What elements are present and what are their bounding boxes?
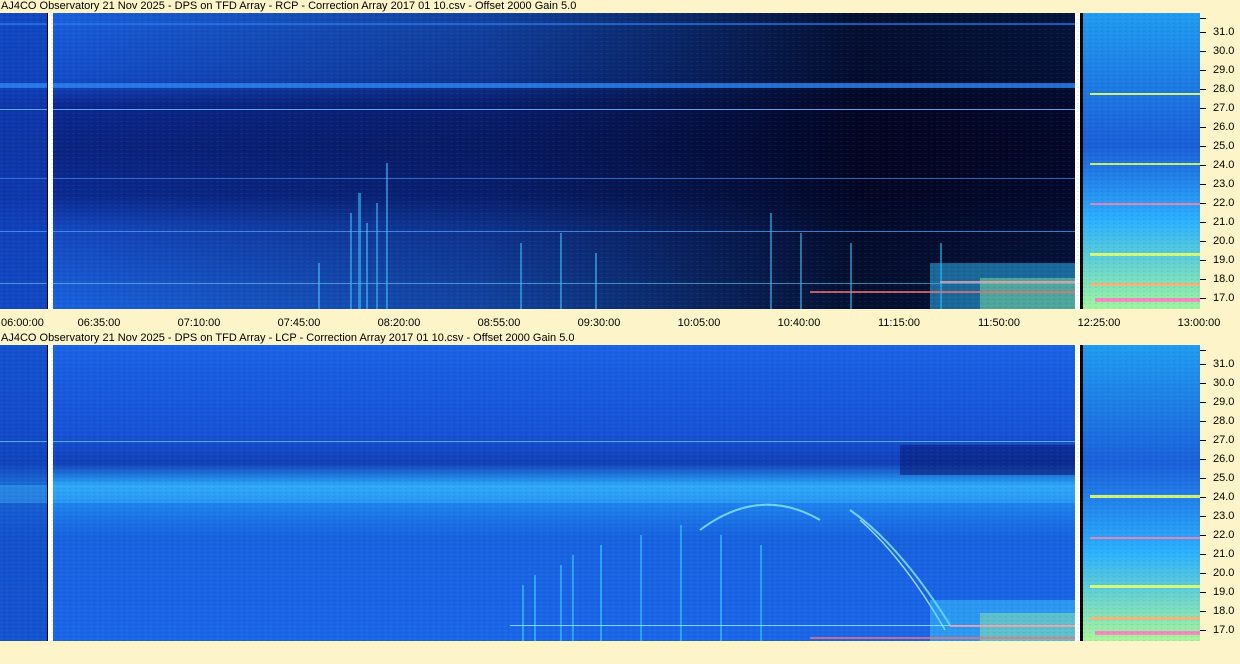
- rcp-spectrogram-image: [0, 13, 1200, 309]
- freq-tick-label: 25.0: [1213, 472, 1235, 484]
- freq-tick-label: 23.0: [1213, 510, 1235, 522]
- freq-tick-label: 20.0: [1213, 567, 1235, 579]
- freq-tick-label: 22.0: [1213, 529, 1235, 541]
- freq-tick-label: 30.0: [1213, 45, 1235, 57]
- time-tick-label: 11:15:00: [877, 317, 921, 329]
- freq-tick-label: 22.0: [1213, 197, 1235, 209]
- freq-tick-label: 17.0: [1213, 292, 1235, 304]
- time-tick-label: 09:30:00: [577, 317, 621, 329]
- freq-tick-label: 18.0: [1213, 273, 1235, 285]
- time-tick-label: 13:00:00: [1177, 317, 1221, 329]
- time-tick-label: 10:40:00: [777, 317, 821, 329]
- freq-tick-label: 20.0: [1213, 235, 1235, 247]
- time-tick-label: 11:50:00: [977, 317, 1021, 329]
- freq-tick-label: 28.0: [1213, 83, 1235, 95]
- freq-tick-label: 31.0: [1213, 26, 1235, 38]
- freq-tick-label: 25.0: [1213, 140, 1235, 152]
- freq-tick-label: 26.0: [1213, 121, 1235, 133]
- freq-tick-label: 23.0: [1213, 178, 1235, 190]
- time-tick-label: 07:10:00: [177, 317, 221, 329]
- rcp-panel: AJ4CO Observatory 21 Nov 2025 - DPS on T…: [0, 0, 1240, 331]
- time-tick-label: 12:25:00: [1077, 317, 1121, 329]
- lcp-frequency-axis: 31.0 30.0 29.0 28.0 27.0 26.0 25.0 24.0 …: [1200, 345, 1240, 641]
- freq-tick-label: 21.0: [1213, 548, 1235, 560]
- freq-tick-label: 31.0: [1213, 358, 1235, 370]
- lcp-panel: AJ4CO Observatory 21 Nov 2025 - DPS on T…: [0, 332, 1240, 642]
- freq-tick-label: 29.0: [1213, 396, 1235, 408]
- time-tick-label: 06:00:00: [1, 317, 44, 329]
- time-tick-label: 08:55:00: [477, 317, 521, 329]
- rcp-panel-title: AJ4CO Observatory 21 Nov 2025 - DPS on T…: [1, 0, 577, 12]
- freq-tick-label: 27.0: [1213, 434, 1235, 446]
- time-tick-label: 08:20:00: [377, 317, 421, 329]
- freq-tick-label: 26.0: [1213, 453, 1235, 465]
- freq-tick-label: 19.0: [1213, 254, 1235, 266]
- lcp-panel-title: AJ4CO Observatory 21 Nov 2025 - DPS on T…: [1, 332, 575, 344]
- rcp-frequency-axis: 31.0 30.0 29.0 28.0 27.0 26.0 25.0 24.0 …: [1200, 13, 1240, 309]
- freq-tick-label: 24.0: [1213, 491, 1235, 503]
- freq-tick-label: 21.0: [1213, 216, 1235, 228]
- freq-tick-label: 17.0: [1213, 624, 1235, 636]
- freq-tick-label: 19.0: [1213, 586, 1235, 598]
- time-tick-label: 10:05:00: [677, 317, 721, 329]
- freq-tick-label: 18.0: [1213, 605, 1235, 617]
- lcp-spectrogram[interactable]: [0, 345, 1200, 641]
- freq-tick-label: 24.0: [1213, 159, 1235, 171]
- time-tick-label: 06:35:00: [77, 317, 121, 329]
- freq-tick-label: 29.0: [1213, 64, 1235, 76]
- rcp-spectrogram[interactable]: [0, 13, 1200, 309]
- freq-tick: [1200, 18, 1206, 19]
- freq-tick-label: 30.0: [1213, 377, 1235, 389]
- freq-tick-label: 28.0: [1213, 415, 1235, 427]
- time-axis: 06:00:00 06:35:00 07:10:00 07:45:00 08:2…: [0, 309, 1240, 331]
- lcp-spectrogram-image: [0, 345, 1200, 641]
- time-tick-label: 07:45:00: [277, 317, 321, 329]
- freq-tick-label: 27.0: [1213, 102, 1235, 114]
